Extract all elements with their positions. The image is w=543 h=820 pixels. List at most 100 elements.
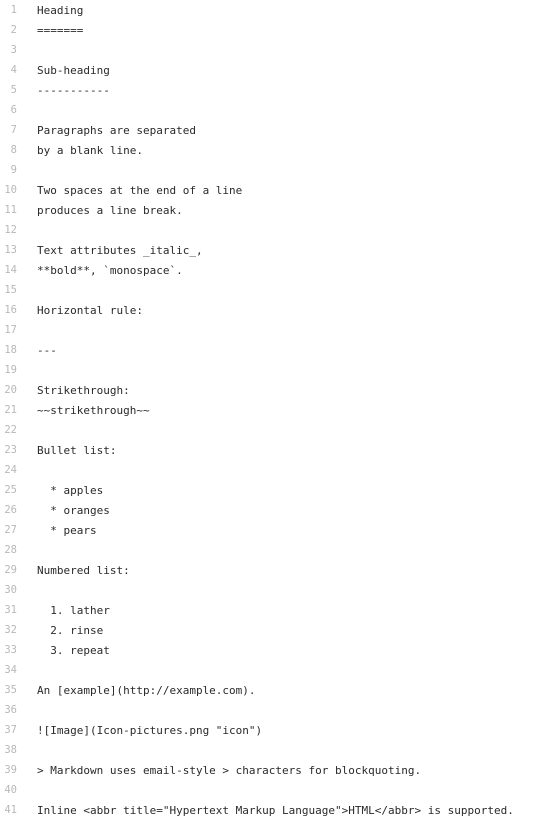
editor-line[interactable]: 31 1. lather [0,600,543,620]
editor-line[interactable]: 20 Strikethrough: [0,380,543,400]
line-text[interactable]: 2. rinse [17,624,543,637]
editor-line[interactable]: 33 3. repeat [0,640,543,660]
editor-line[interactable]: 6 [0,100,543,120]
line-number: 32 [4,624,17,636]
line-number: 4 [10,64,17,76]
line-number: 17 [4,324,17,336]
editor-line[interactable]: 38 [0,740,543,760]
line-number: 24 [4,464,17,476]
line-text[interactable]: Text attributes _italic_, [17,244,543,257]
editor-line[interactable]: 41 Inline <abbr title="Hypertext Markup L… [0,800,543,820]
editor-line[interactable]: 18 --- [0,340,543,360]
line-number: 20 [4,384,17,396]
line-text[interactable]: * pears [17,524,543,537]
line-number: 35 [4,684,17,696]
line-text[interactable]: by a blank line. [17,144,543,157]
line-text[interactable]: Strikethrough: [17,384,543,397]
editor-line[interactable]: 29 Numbered list: [0,560,543,580]
editor-line[interactable]: 30 [0,580,543,600]
line-number: 6 [10,104,17,116]
editor-line[interactable]: 5 ----------- [0,80,543,100]
editor-line[interactable]: 14 **bold**, `monospace`. [0,260,543,280]
line-number: 22 [4,424,17,436]
line-text[interactable]: produces a line break. [17,204,543,217]
line-number: 27 [4,524,17,536]
line-number: 40 [4,784,17,796]
line-text[interactable]: --- [17,344,543,357]
code-editor[interactable]: 1 Heading 2 ======= 3 4 Sub-heading 5 ----------… [0,0,543,820]
line-text[interactable]: Bullet list: [17,444,543,457]
editor-line[interactable]: 21 ~~strikethrough~~ [0,400,543,420]
line-text[interactable]: Two spaces at the end of a line [17,184,543,197]
line-text[interactable]: * oranges [17,504,543,517]
line-number: 33 [4,644,17,656]
line-text[interactable]: ~~strikethrough~~ [17,404,543,417]
editor-line[interactable]: 24 [0,460,543,480]
line-number: 1 [10,4,17,16]
editor-line[interactable]: 37 ![Image](Icon-pictures.png "icon") [0,720,543,740]
line-number: 11 [4,204,17,216]
editor-line[interactable]: 15 [0,280,543,300]
editor-line[interactable]: 40 [0,780,543,800]
editor-line[interactable]: 11 produces a line break. [0,200,543,220]
editor-line[interactable]: 27 * pears [0,520,543,540]
editor-line[interactable]: 2 ======= [0,20,543,40]
line-number: 30 [4,584,17,596]
line-number: 9 [10,164,17,176]
editor-line[interactable]: 32 2. rinse [0,620,543,640]
editor-line[interactable]: 17 [0,320,543,340]
line-number: 18 [4,344,17,356]
editor-line[interactable]: 4 Sub-heading [0,60,543,80]
editor-line[interactable]: 7 Paragraphs are separated [0,120,543,140]
line-number: 2 [10,24,17,36]
line-text[interactable]: **bold**, `monospace`. [17,264,543,277]
line-number: 19 [4,364,17,376]
line-number: 10 [4,184,17,196]
line-text[interactable]: > Markdown uses email-style > characters… [17,764,543,777]
line-text[interactable]: * apples [17,484,543,497]
line-text[interactable]: Heading [17,4,543,17]
line-text[interactable]: Paragraphs are separated [17,124,543,137]
editor-line[interactable]: 36 [0,700,543,720]
editor-line[interactable]: 3 [0,40,543,60]
line-text[interactable]: 1. lather [17,604,543,617]
editor-line[interactable]: 34 [0,660,543,680]
editor-line[interactable]: 12 [0,220,543,240]
line-number: 36 [4,704,17,716]
editor-line[interactable]: 1 Heading [0,0,543,20]
line-number: 26 [4,504,17,516]
line-number: 21 [4,404,17,416]
line-text[interactable]: ![Image](Icon-pictures.png "icon") [17,724,543,737]
editor-content[interactable]: 1 Heading 2 ======= 3 4 Sub-heading 5 ----------… [0,0,543,820]
line-number: 14 [4,264,17,276]
editor-line[interactable]: 19 [0,360,543,380]
line-text[interactable]: ======= [17,24,543,37]
line-text[interactable]: An [example](http://example.com). [17,684,543,697]
line-number: 12 [4,224,17,236]
line-number: 7 [10,124,17,136]
line-text[interactable]: Numbered list: [17,564,543,577]
editor-line[interactable]: 23 Bullet list: [0,440,543,460]
editor-line[interactable]: 39 > Markdown uses email-style > characte… [0,760,543,780]
line-number: 23 [4,444,17,456]
editor-line[interactable]: 10 Two spaces at the end of a line [0,180,543,200]
editor-line[interactable]: 28 [0,540,543,560]
editor-line[interactable]: 26 * oranges [0,500,543,520]
editor-line[interactable]: 9 [0,160,543,180]
line-number: 37 [4,724,17,736]
line-text[interactable]: Sub-heading [17,64,543,77]
line-number: 34 [4,664,17,676]
editor-line[interactable]: 22 [0,420,543,440]
editor-line[interactable]: 25 * apples [0,480,543,500]
line-text[interactable]: 3. repeat [17,644,543,657]
editor-line[interactable]: 35 An [example](http://example.com). [0,680,543,700]
line-number: 41 [4,804,17,816]
line-number: 25 [4,484,17,496]
line-number: 8 [10,144,17,156]
editor-line[interactable]: 16 Horizontal rule: [0,300,543,320]
editor-line[interactable]: 13 Text attributes _italic_, [0,240,543,260]
editor-line[interactable]: 8 by a blank line. [0,140,543,160]
line-text[interactable]: Inline <abbr title="Hypertext Markup Lan… [17,804,543,817]
line-text[interactable]: Horizontal rule: [17,304,543,317]
line-text[interactable]: ----------- [17,84,543,97]
